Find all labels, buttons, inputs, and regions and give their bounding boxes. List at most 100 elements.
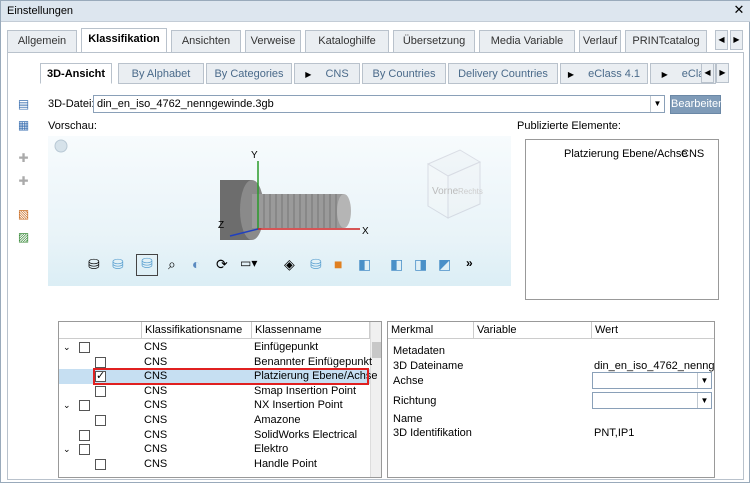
subtab-by-countries[interactable]: By Countries <box>362 63 446 84</box>
published-list[interactable]: Platzierung Ebene/Achse CNS <box>525 139 719 300</box>
table-scrollbar[interactable] <box>370 322 381 477</box>
property-value-combo[interactable]: ▼ <box>592 392 712 409</box>
chevron-down-icon[interactable]: ▼ <box>697 393 711 408</box>
cell-classification-name: CNS <box>144 384 168 397</box>
expand-right-icon: ▶ <box>305 70 312 79</box>
row-checkbox[interactable] <box>95 415 106 426</box>
row-checkbox[interactable] <box>95 356 106 368</box>
table-row[interactable]: CNS Amazone <box>59 413 370 428</box>
new-document-icon[interactable]: ▤ <box>16 97 31 112</box>
add-document-icon[interactable]: ▦ <box>16 118 31 133</box>
tab-scroll-left-icon[interactable]: ◀ <box>715 30 728 50</box>
property-name: Metadaten <box>393 345 445 357</box>
row-checkbox[interactable] <box>79 400 90 412</box>
edit-list-icon[interactable]: ▧ <box>16 207 31 222</box>
title-bar: Einstellungen ✕ <box>1 1 750 22</box>
cylinder-solid-icon[interactable]: ⛁ <box>136 254 158 276</box>
subtab-delivery-countries[interactable]: Delivery Countries <box>448 63 558 84</box>
subtab-by-alphabet[interactable]: By Alphabet <box>118 63 204 84</box>
table-row: Metadaten <box>388 344 714 359</box>
chevron-down-icon[interactable]: ▼ <box>650 96 664 112</box>
cell-classification-name: CNS <box>144 414 168 426</box>
table-row: Achse ▼ <box>388 372 714 389</box>
tab-printcatalog[interactable]: PRINTcatalog <box>625 30 707 52</box>
puzzle-add-icon[interactable]: ✚ <box>16 151 31 166</box>
view-front-icon[interactable]: ◧ <box>390 256 403 273</box>
preview-toolbar: ⛁ ⛁ ⛁ ⌕ ◐ ⟳ ▭▾ ◈ ⛁ ■ ◧ ◧ ◨ ◩ » <box>88 254 488 278</box>
col-merkmal[interactable]: Merkmal <box>388 322 474 339</box>
zoom-icon[interactable]: ⌕ <box>168 256 176 273</box>
col-class-name[interactable]: Klassenname <box>252 322 370 339</box>
section-icon[interactable]: ⛁ <box>310 256 322 273</box>
subtab-by-categories[interactable]: By Categories <box>206 63 292 84</box>
subtab-scroll-left-icon[interactable]: ◀ <box>701 63 714 83</box>
tab-verweise[interactable]: Verweise <box>245 30 301 52</box>
subtab-3d-ansicht[interactable]: 3D-Ansicht <box>40 63 112 84</box>
tab-uebersetzung[interactable]: Übersetzung <box>393 30 475 52</box>
expand-right-icon: ▶ <box>661 70 668 79</box>
table-row[interactable]: CNS Handle Point <box>59 457 370 472</box>
more-tools-icon[interactable]: » <box>466 256 473 270</box>
table-row[interactable]: CNS Smap Insertion Point <box>59 384 370 399</box>
table-row[interactable]: ⌄ CNS Elektro <box>59 442 370 457</box>
expand-right-icon: ▶ <box>567 70 575 79</box>
table-row[interactable]: ⌄ CNS Einfügepunkt <box>59 340 370 355</box>
cylinder-shaded-icon[interactable]: ⛁ <box>112 256 124 273</box>
properties-table: Merkmal Variable Wert Metadaten 3D Datein… <box>387 321 715 478</box>
cell-classification-name: CNS <box>144 428 168 441</box>
subtab-eclass-label: eClass 4.1 <box>588 68 641 80</box>
box-icon[interactable]: ■ <box>334 256 342 272</box>
3d-preview[interactable]: Vorne Rechts Y X Z ⛁ ⛁ ⛁ ⌕ ◐ ⟳ ▭▾ ◈ ⛁ ■ … <box>48 136 511 286</box>
row-checkbox[interactable] <box>95 385 106 397</box>
tab-verlauf[interactable]: Verlauf <box>579 30 621 52</box>
chevron-down-icon[interactable]: ▼ <box>697 373 711 388</box>
table-row[interactable]: CNS SolidWorks Electrical <box>59 428 370 443</box>
tab-allgemein[interactable]: Allgemein <box>7 30 77 52</box>
measure-icon[interactable]: ▭▾ <box>240 256 257 270</box>
cell-class-name: Einfügepunkt <box>254 341 319 353</box>
preview-label: Vorschau: <box>48 120 97 132</box>
row-checkbox[interactable] <box>79 342 90 353</box>
cell-classification-name: CNS <box>144 341 168 353</box>
published-item-name[interactable]: Platzierung Ebene/Achse <box>564 148 688 160</box>
row-checkbox[interactable] <box>95 458 106 470</box>
subtab-scroll-right-icon[interactable]: ▶ <box>716 63 729 83</box>
subtab-eclass-41[interactable]: ▶ eClass 4.1 <box>560 63 648 84</box>
subtab-cns[interactable]: ▶ CNS <box>294 63 360 84</box>
col-classification-name[interactable]: Klassifikationsname <box>142 322 252 339</box>
edit-button[interactable]: Bearbeiten <box>670 95 724 114</box>
close-icon[interactable]: ✕ <box>731 2 747 18</box>
row-checkbox[interactable] <box>79 429 90 441</box>
file-value: din_en_iso_4762_nenngewinde.3gb <box>97 98 274 110</box>
chevron-down-icon[interactable]: ⌄ <box>63 442 71 457</box>
published-item-class: CNS <box>681 148 705 160</box>
mesh-icon[interactable]: ◈ <box>284 256 295 273</box>
table-row[interactable]: ⌄ CNS NX Insertion Point <box>59 398 370 413</box>
export-list-icon[interactable]: ▨ <box>16 230 31 245</box>
chevron-down-icon[interactable]: ⌄ <box>63 398 71 413</box>
file-combo[interactable]: din_en_iso_4762_nenngewinde.3gb ▼ <box>93 95 665 113</box>
scroll-thumb[interactable] <box>372 342 381 358</box>
tab-klassifikation[interactable]: Klassifikation <box>81 28 167 52</box>
view-side-icon[interactable]: ◨ <box>414 256 427 273</box>
tab-kataloghilfe[interactable]: Kataloghilfe <box>305 30 389 52</box>
table-row: Richtung ▼ <box>388 392 714 409</box>
view-top-icon[interactable]: ◩ <box>438 256 451 273</box>
pan-icon[interactable]: ◐ <box>192 256 200 272</box>
col-wert[interactable]: Wert <box>592 322 714 339</box>
rotate-icon[interactable]: ⟳ <box>216 256 228 273</box>
puzzle-icon[interactable]: ✚ <box>16 174 31 189</box>
col-variable[interactable]: Variable <box>474 322 592 339</box>
cube-view-icon[interactable]: ◧ <box>358 256 371 273</box>
highlight-box <box>93 368 369 386</box>
property-name: 3D Identifikation <box>393 427 472 439</box>
cylinder-wire-icon[interactable]: ⛁ <box>88 256 100 273</box>
row-checkbox[interactable] <box>79 444 90 456</box>
tab-scroll-right-icon[interactable]: ▶ <box>730 30 743 50</box>
cell-class-name: Smap Insertion Point <box>254 384 357 397</box>
property-name: 3D Dateiname <box>393 360 464 372</box>
property-value-combo[interactable]: ▼ <box>592 372 712 389</box>
tab-media-variable[interactable]: Media Variable <box>479 30 575 52</box>
tab-ansichten[interactable]: Ansichten <box>171 30 241 52</box>
chevron-down-icon[interactable]: ⌄ <box>63 340 71 355</box>
